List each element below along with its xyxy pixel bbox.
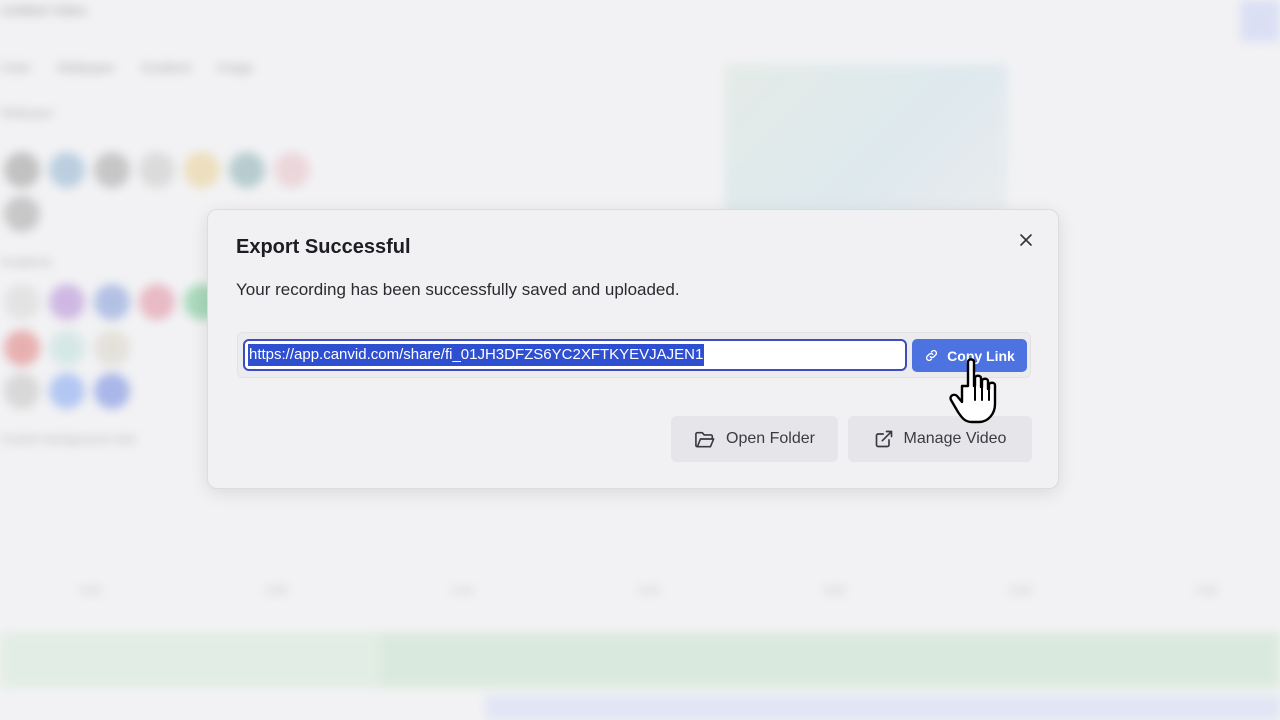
bg-timeline-ruler: 0:00 0:05 0:10 0:15 0:20 0:25 0:30 [0,585,1280,605]
bg-track-clip [380,632,1280,688]
bg-swatch [4,196,40,232]
bg-section-gradient: Gradients [0,255,53,269]
open-folder-label: Open Folder [726,430,815,447]
bg-swatch [94,373,130,409]
bg-swatch [94,284,130,320]
bg-swatch [4,152,40,188]
bg-tab: Color [0,60,32,75]
close-button[interactable] [1012,226,1040,254]
manage-video-label: Manage Video [903,430,1007,447]
close-icon [1020,234,1032,246]
share-link-input[interactable]: https://app.canvid.com/share/fi_01JH3DFZ… [243,339,907,371]
manage-video-button[interactable]: Manage Video [848,416,1032,462]
bg-swatch [184,152,220,188]
bg-export-button [1240,0,1280,42]
bg-tick: 0:00 [80,585,102,597]
bg-swatch [49,330,85,366]
bg-swatch [139,284,175,320]
bg-swatch [49,373,85,409]
bg-swatch [274,152,310,188]
bg-tick: 0:30 [1196,585,1218,597]
open-folder-button[interactable]: Open Folder [671,416,838,462]
link-icon [926,350,938,361]
bg-track-zoom [486,696,1280,720]
bg-swatch [94,152,130,188]
dialog-title: Export Successful [236,236,411,258]
bg-video-preview [724,64,1008,214]
share-link-text[interactable]: https://app.canvid.com/share/fi_01JH3DFZ… [248,344,705,366]
external-link-icon [875,430,892,448]
bg-section-wallpaper: Wallpaper [0,106,54,120]
bg-tick: 0:25 [1010,585,1032,597]
bg-swatch [4,330,40,366]
bg-tick: 0:20 [824,585,846,597]
export-dialog: Export Successful Your recording has bee… [207,209,1059,489]
bg-tab: Gradient [141,60,191,75]
bg-tab: Wallpaper [57,60,116,75]
bg-section-custom: Custom background color [0,432,137,446]
bg-tab-bar: Color Wallpaper Gradient Image [0,60,253,75]
bg-tick: 0:15 [638,585,660,597]
bg-swatch [229,152,265,188]
bg-tick: 0:05 [266,585,288,597]
copy-link-label: Copy Link [947,347,1015,364]
bg-swatch [4,373,40,409]
folder-icon [695,431,715,448]
share-link-row: https://app.canvid.com/share/fi_01JH3DFZ… [237,332,1031,378]
bg-project-title: Untitled Video [0,2,87,18]
dialog-message: Your recording has been successfully sav… [236,280,680,299]
copy-link-button[interactable]: Copy Link [912,339,1027,372]
bg-swatch [139,152,175,188]
app-window: Untitled Video Color Wallpaper Gradient … [0,0,1280,720]
bg-swatch [4,284,40,320]
bg-swatch [49,152,85,188]
bg-tick: 0:10 [452,585,474,597]
bg-tab: Image [217,60,254,75]
bg-swatch [49,284,85,320]
bg-swatch [94,330,130,366]
